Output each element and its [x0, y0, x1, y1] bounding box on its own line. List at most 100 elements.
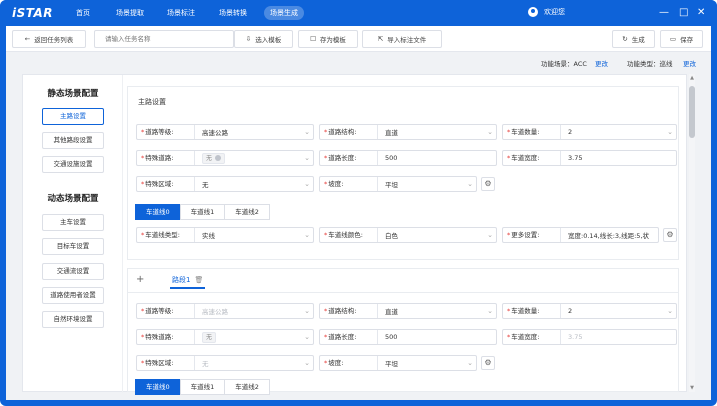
- sidebar-item-environment[interactable]: 自然环境设置: [42, 311, 104, 328]
- tag-close-icon[interactable]: [215, 155, 222, 161]
- lane-count-select[interactable]: *车道数量: 2 ⌄: [502, 124, 677, 140]
- top-nav-bar: iSTAR 首页 场景提取 场景标注 场景转换 场景生成 欢迎您 — □ ✕: [0, 0, 717, 26]
- save-as-template-button[interactable]: ☐ 存为模板: [298, 30, 358, 48]
- user-menu[interactable]: 欢迎您: [528, 7, 565, 17]
- slope-settings-gear-icon[interactable]: ⚙: [481, 177, 495, 191]
- add-section-icon[interactable]: +: [136, 274, 144, 285]
- section-slope-select[interactable]: *坡度: 平坦 ⌄: [319, 355, 477, 371]
- slope-label-text: 坡度:: [328, 180, 344, 188]
- road-section-panel: + 路段1 🗑 *道路等级: 高速公路 ⌄ *道路结构: 直道 ⌄ *车道数量:…: [127, 268, 679, 395]
- lane-width-label-text: 车道宽度:: [511, 154, 540, 162]
- lane-line-color-select[interactable]: *车道线颜色: 白色 ⌄: [319, 227, 497, 243]
- section-lane-width-input[interactable]: *车道宽度: 3.75: [502, 329, 677, 345]
- tab-section-lane-line-2[interactable]: 车道线2: [224, 379, 270, 395]
- nav-scene-generate[interactable]: 场景生成: [264, 6, 304, 20]
- tab-road-section-1[interactable]: 路段1 🗑: [170, 273, 206, 289]
- select-template-button[interactable]: ⇩ 选入模板: [234, 30, 293, 48]
- sidebar-item-ego-vehicle[interactable]: 主车设置: [42, 214, 104, 231]
- dynamic-config-title: 动态场景配置: [47, 194, 99, 204]
- back-to-task-list-button[interactable]: ← 返回任务列表: [12, 30, 86, 48]
- content-area: 功能场景：ACC 更改 功能类型：巡线 更改 静态场景配置 主路设置 其他路段设…: [6, 52, 711, 400]
- vertical-scrollbar[interactable]: ▲ ▼: [689, 74, 695, 392]
- arrow-left-icon: ←: [24, 35, 31, 43]
- slope-select[interactable]: *坡度: 平坦 ⌄: [319, 176, 477, 192]
- special-road-tag: 无: [202, 152, 226, 164]
- chevron-down-icon: ⌄: [304, 154, 310, 162]
- special-road-label-text: 特殊道路:: [145, 154, 174, 162]
- tab-section-lane-line-0[interactable]: 车道线0: [135, 379, 181, 395]
- road-structure-select[interactable]: *道路结构: 直道 ⌄: [319, 124, 497, 140]
- tab-section-lane-line-1[interactable]: 车道线1: [179, 379, 226, 395]
- lane-line-type-select[interactable]: *车道线类型: 实线 ⌄: [136, 227, 314, 243]
- chevron-down-icon: ⌄: [667, 128, 673, 136]
- special-road-select[interactable]: *特殊道路: 无 ⌄: [136, 150, 314, 166]
- section-slope-label: *坡度:: [320, 356, 378, 370]
- save-icon: ▭: [669, 35, 677, 43]
- tab-lane-line-2[interactable]: 车道线2: [224, 204, 270, 220]
- more-settings-label-text: 更多设置:: [511, 231, 540, 239]
- section-special-area-select[interactable]: *特殊区域: 无 ⌄: [136, 355, 314, 371]
- save-button[interactable]: ▭ 保存: [660, 30, 703, 48]
- road-level-label: *道路等级:: [137, 125, 195, 139]
- special-area-select[interactable]: *特殊区域: 无 ⌄: [136, 176, 314, 192]
- sidebar-item-other-road[interactable]: 其他路段设置: [42, 132, 104, 149]
- generate-button[interactable]: ↻ 生成: [612, 30, 655, 48]
- user-avatar-icon: [528, 7, 538, 17]
- road-level-select[interactable]: *道路等级: 高速公路 ⌄: [136, 124, 314, 140]
- section-road-level-label: *道路等级:: [137, 304, 195, 318]
- scrollbar-thumb[interactable]: [689, 86, 695, 138]
- sidebar-item-road-user[interactable]: 道路使用者设置: [42, 287, 104, 304]
- maximize-icon[interactable]: □: [679, 6, 688, 20]
- nav-home[interactable]: 首页: [70, 6, 96, 20]
- section-slope-gear-icon[interactable]: ⚙: [481, 356, 495, 370]
- road-length-label-text: 道路长度:: [328, 154, 357, 162]
- tab-lane-line-0[interactable]: 车道线0: [135, 204, 181, 220]
- close-icon[interactable]: ✕: [697, 6, 705, 20]
- lane-line-tabs: 车道线0 车道线1 车道线2: [135, 204, 270, 220]
- chevron-down-icon: ⌄: [487, 231, 493, 239]
- section-road-level-value: 高速公路: [202, 308, 228, 316]
- section-lane-count-select[interactable]: *车道数量: 2 ⌄: [502, 303, 677, 319]
- lane-width-input[interactable]: *车道宽度: 3.75: [502, 150, 677, 166]
- section-road-structure-label: *道路结构:: [320, 304, 378, 318]
- section-special-road-select[interactable]: *特殊道路: 无 ⌄: [136, 329, 314, 345]
- section-special-road-tag: 无: [202, 331, 217, 343]
- road-length-input[interactable]: *道路长度: 500: [319, 150, 497, 166]
- more-settings-field[interactable]: *更多设置: 宽度:0.14,线长:3,线距:5,状: [502, 227, 659, 243]
- function-scene-label: 功能场景：ACC: [541, 60, 587, 68]
- section-road-length-label-text: 道路长度:: [328, 333, 357, 341]
- section-lane-width-label: *车道宽度:: [503, 330, 561, 344]
- special-area-label-text: 特殊区域:: [145, 180, 174, 188]
- nav-scene-annotate[interactable]: 场景标注: [161, 6, 201, 20]
- sidebar-item-main-road[interactable]: 主路设置: [42, 108, 104, 125]
- delete-icon[interactable]: 🗑: [194, 276, 203, 284]
- sidebar-item-traffic-flow[interactable]: 交通流设置: [42, 263, 104, 280]
- section-road-level-select[interactable]: *道路等级: 高速公路 ⌄: [136, 303, 314, 319]
- chevron-down-icon: ⌄: [304, 333, 310, 341]
- tab-lane-line-1[interactable]: 车道线1: [179, 204, 226, 220]
- special-road-label: *特殊道路:: [137, 151, 195, 165]
- minimize-icon[interactable]: —: [659, 6, 669, 20]
- save-template-label: 存为模板: [319, 36, 346, 44]
- section-slope-label-text: 坡度:: [328, 359, 344, 367]
- function-type-label: 功能类型：巡线: [627, 60, 673, 68]
- chevron-down-icon: ⌄: [304, 359, 310, 367]
- nav-scene-extract[interactable]: 场景提取: [110, 6, 150, 20]
- section-road-structure-select[interactable]: *道路结构: 直道 ⌄: [319, 303, 497, 319]
- change-scene-link[interactable]: 更改: [595, 58, 608, 68]
- lane-count-value: 2: [568, 128, 573, 136]
- select-template-label: 选入模板: [255, 36, 282, 44]
- scroll-up-icon[interactable]: ▲: [689, 75, 695, 81]
- lane-line-color-value: 白色: [385, 232, 398, 240]
- sidebar-item-target-vehicle[interactable]: 目标车设置: [42, 238, 104, 255]
- nav-scene-convert[interactable]: 场景转换: [213, 6, 253, 20]
- section-lane-count-label-text: 车道数量:: [511, 307, 540, 315]
- scroll-down-icon[interactable]: ▼: [689, 385, 695, 391]
- import-label-file-button[interactable]: ⇱ 导入标注文件: [362, 30, 442, 48]
- sidebar-item-traffic-facility[interactable]: 交通设施设置: [42, 156, 104, 173]
- section-road-length-input[interactable]: *道路长度: 500: [319, 329, 497, 345]
- task-name-search-input[interactable]: [94, 30, 234, 48]
- more-settings-gear-icon[interactable]: ⚙: [663, 228, 677, 242]
- save-label: 保存: [680, 36, 694, 44]
- change-type-link[interactable]: 更改: [683, 58, 696, 68]
